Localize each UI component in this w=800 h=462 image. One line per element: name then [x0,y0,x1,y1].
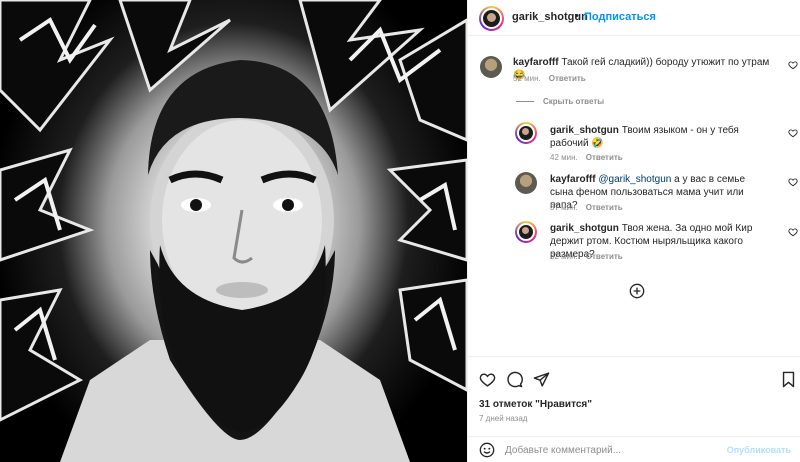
post-actions: 31 отметок "Нравится" 7 дней назад [468,356,800,436]
reply-avatar[interactable] [515,221,537,243]
replies-divider [516,101,534,102]
post-timestamp[interactable]: 7 дней назад [479,414,527,423]
like-comment-icon[interactable] [788,227,798,237]
reply-author[interactable]: kayfarofff [550,174,596,185]
reply-button[interactable]: Ответить [586,252,623,261]
comment-icon[interactable] [506,371,523,388]
comment-input[interactable] [505,442,725,458]
reply-avatar[interactable] [515,172,537,194]
reply-button[interactable]: Ответить [586,203,623,212]
like-comment-icon[interactable] [788,60,798,70]
reply-meta: 42 мин. Ответить [550,153,623,162]
reply-meta: 32 мин. Ответить [550,252,623,261]
comment-meta: 52 мин. Ответить [513,74,586,83]
author-avatar[interactable] [479,6,504,31]
post-image[interactable] [0,0,467,462]
likes-count[interactable]: 31 отметок "Нравится" [479,399,592,410]
reply-time[interactable]: 42 мин. [550,153,578,162]
load-more-comments-icon[interactable] [629,283,645,299]
post-header: garik_shotgun • Подписаться [468,0,800,36]
reply-button[interactable]: Ответить [549,74,586,83]
post-photo-illustration [0,0,467,462]
comment-author[interactable]: kayfarofff [513,57,559,68]
reply-avatar[interactable] [515,122,537,144]
like-comment-icon[interactable] [788,128,798,138]
follow-button[interactable]: Подписаться [584,11,656,23]
bookmark-icon[interactable] [781,371,796,388]
reply-body: garik_shotgun Твоим языком - он у тебя р… [550,124,770,150]
reply-time[interactable]: 37 мин. [550,203,578,212]
emoji-icon[interactable] [479,442,495,458]
reply-button[interactable]: Ответить [586,153,623,162]
publish-button[interactable]: Опубликовать [727,445,791,455]
header-separator: • [575,10,579,22]
add-comment-bar: Опубликовать [468,436,800,462]
share-icon[interactable] [533,371,550,388]
hide-replies-button[interactable]: Скрыть ответы [543,97,604,106]
reply-time[interactable]: 32 мин. [550,252,578,261]
commenter-avatar[interactable] [480,56,502,78]
like-comment-icon[interactable] [788,177,798,187]
reply-author[interactable]: garik_shotgun [550,125,619,136]
comments-section[interactable]: kayfarofff Такой гей сладкий)) бороду ут… [468,37,800,355]
like-icon[interactable] [479,371,496,388]
post-side-panel: garik_shotgun • Подписаться kayfarofff Т… [467,0,800,462]
reply-meta: 37 мин. Ответить [550,203,623,212]
comment-time[interactable]: 52 мин. [513,74,541,83]
reply-author[interactable]: garik_shotgun [550,223,619,234]
reply-mention[interactable]: @garik_shotgun [598,174,671,185]
